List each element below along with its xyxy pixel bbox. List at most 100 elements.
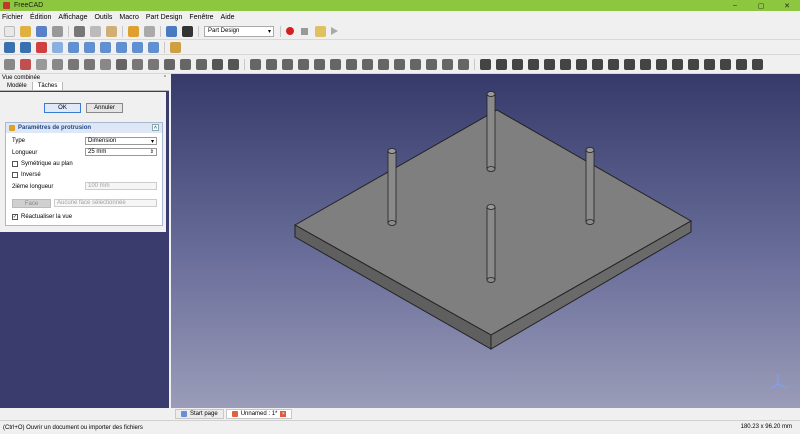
draw-style-icon[interactable] xyxy=(36,41,47,53)
menu-edition[interactable]: Édition xyxy=(30,14,51,21)
redo-icon[interactable] xyxy=(144,25,155,37)
fit-all-icon[interactable] xyxy=(4,41,15,53)
open-icon[interactable] xyxy=(20,25,31,37)
sketch-rectangle-icon[interactable] xyxy=(346,58,357,70)
symmetric-checkbox[interactable] xyxy=(12,161,18,167)
pad-icon[interactable] xyxy=(36,58,47,70)
reversed-checkbox-row[interactable]: Inversé xyxy=(12,172,41,178)
create-body-icon[interactable] xyxy=(4,58,15,70)
sketch-conic-icon[interactable] xyxy=(314,58,325,70)
sketch-polyline-icon[interactable] xyxy=(330,58,341,70)
stop-macro-icon[interactable] xyxy=(301,27,308,35)
type-select[interactable]: Dimension ▾ xyxy=(85,137,157,145)
sketch-extend-icon[interactable] xyxy=(426,58,437,70)
constraint-snell-icon[interactable] xyxy=(720,58,731,70)
sketch-polygon-icon[interactable] xyxy=(362,58,373,70)
constraint-distance-icon[interactable] xyxy=(672,58,683,70)
refresh-view-checkbox-row[interactable]: ✓ Réactualiser la vue xyxy=(12,214,72,220)
pocket-icon[interactable] xyxy=(100,58,111,70)
fit-selection-icon[interactable] xyxy=(20,41,31,53)
undock-icon[interactable]: ▫ xyxy=(164,74,166,80)
sketch-line-icon[interactable] xyxy=(266,58,277,70)
maximize-button[interactable]: ▢ xyxy=(748,0,774,11)
sketch-slot-icon[interactable] xyxy=(378,58,389,70)
constraint-symmetric-icon[interactable] xyxy=(608,58,619,70)
save-icon[interactable] xyxy=(36,25,47,37)
constraint-tangent-icon[interactable] xyxy=(576,58,587,70)
chamfer-icon[interactable] xyxy=(164,58,175,70)
paste-icon[interactable] xyxy=(106,25,117,37)
draft-icon[interactable] xyxy=(180,58,191,70)
tab-unnamed-document[interactable]: Unnamed : 1* × xyxy=(225,409,293,419)
loft-icon[interactable] xyxy=(68,58,79,70)
close-button[interactable]: ✕ xyxy=(774,0,800,11)
ok-button[interactable]: OK xyxy=(44,103,81,113)
view-left-icon[interactable] xyxy=(148,41,159,53)
constraint-horizontal-distance-icon[interactable] xyxy=(640,58,651,70)
undo-icon[interactable] xyxy=(128,25,139,37)
revolution-icon[interactable] xyxy=(52,58,63,70)
constraint-equal-icon[interactable] xyxy=(592,58,603,70)
constraint-internal-icon[interactable] xyxy=(736,58,747,70)
hole-icon[interactable] xyxy=(116,58,127,70)
view-front-icon[interactable] xyxy=(68,41,79,53)
close-tab-icon[interactable]: × xyxy=(280,411,287,417)
fillet-icon[interactable] xyxy=(148,58,159,70)
constraint-radius-icon[interactable] xyxy=(688,58,699,70)
sketch-circle-icon[interactable] xyxy=(298,58,309,70)
play-macro-icon[interactable] xyxy=(331,27,338,35)
thickness-icon[interactable] xyxy=(196,58,207,70)
view-rear-icon[interactable] xyxy=(116,41,127,53)
cancel-button[interactable]: Annuler xyxy=(86,103,123,113)
constraint-vertical-distance-icon[interactable] xyxy=(656,58,667,70)
minimize-button[interactable]: – xyxy=(722,0,748,11)
constraint-vertical-icon[interactable] xyxy=(512,58,523,70)
whats-this-icon[interactable] xyxy=(182,25,193,37)
constraint-horizontal-icon[interactable] xyxy=(528,58,539,70)
pattern-icon[interactable] xyxy=(228,58,239,70)
sketch-arc-icon[interactable] xyxy=(282,58,293,70)
workbench-selector[interactable]: Part Design ▾ xyxy=(204,25,274,37)
reversed-checkbox[interactable] xyxy=(12,172,18,178)
menu-affichage[interactable]: Affichage xyxy=(58,14,87,21)
measure-icon[interactable] xyxy=(170,41,181,53)
refresh-icon[interactable] xyxy=(166,25,177,37)
spin-icon[interactable]: ⇕ xyxy=(150,149,154,155)
tab-taches[interactable]: Tâches xyxy=(31,81,64,90)
tab-modele[interactable]: Modèle xyxy=(2,82,32,90)
tab-start-page[interactable]: Start page xyxy=(175,409,224,419)
3d-viewport[interactable] xyxy=(171,74,800,408)
menu-fenetre[interactable]: Fenêtre xyxy=(189,14,213,21)
refresh-view-checkbox[interactable]: ✓ xyxy=(12,214,18,220)
sketch-fillet-icon[interactable] xyxy=(394,58,405,70)
pipe-icon[interactable] xyxy=(84,58,95,70)
new-icon[interactable] xyxy=(4,25,15,37)
groove-icon[interactable] xyxy=(132,58,143,70)
constraint-point-on-object-icon[interactable] xyxy=(496,58,507,70)
length-input[interactable]: 25 mm ⇕ xyxy=(85,148,157,156)
constraint-parallel-icon[interactable] xyxy=(544,58,555,70)
constraint-coincident-icon[interactable] xyxy=(480,58,491,70)
constraint-toggle-icon[interactable] xyxy=(752,58,763,70)
sketch-point-icon[interactable] xyxy=(250,58,261,70)
collapse-icon[interactable]: ˄ xyxy=(152,124,159,131)
menu-macro[interactable]: Macro xyxy=(119,14,138,21)
view-right-icon[interactable] xyxy=(100,41,111,53)
view-top-icon[interactable] xyxy=(84,41,95,53)
constraint-lock-icon[interactable] xyxy=(624,58,635,70)
view-bottom-icon[interactable] xyxy=(132,41,143,53)
sketch-icon[interactable] xyxy=(20,58,31,70)
copy-icon[interactable] xyxy=(90,25,101,37)
edit-macro-icon[interactable] xyxy=(315,25,326,37)
print-icon[interactable] xyxy=(52,25,63,37)
menu-part-design[interactable]: Part Design xyxy=(146,14,183,21)
menu-aide[interactable]: Aide xyxy=(221,14,235,21)
record-macro-icon[interactable] xyxy=(286,27,294,35)
cut-icon[interactable] xyxy=(74,25,85,37)
menu-outils[interactable]: Outils xyxy=(94,14,112,21)
sketch-external-icon[interactable] xyxy=(442,58,453,70)
sketch-construction-icon[interactable] xyxy=(458,58,469,70)
constraint-angle-icon[interactable] xyxy=(704,58,715,70)
menu-fichier[interactable]: Fichier xyxy=(2,14,23,21)
symmetric-checkbox-row[interactable]: Symétrique au plan xyxy=(12,161,73,167)
